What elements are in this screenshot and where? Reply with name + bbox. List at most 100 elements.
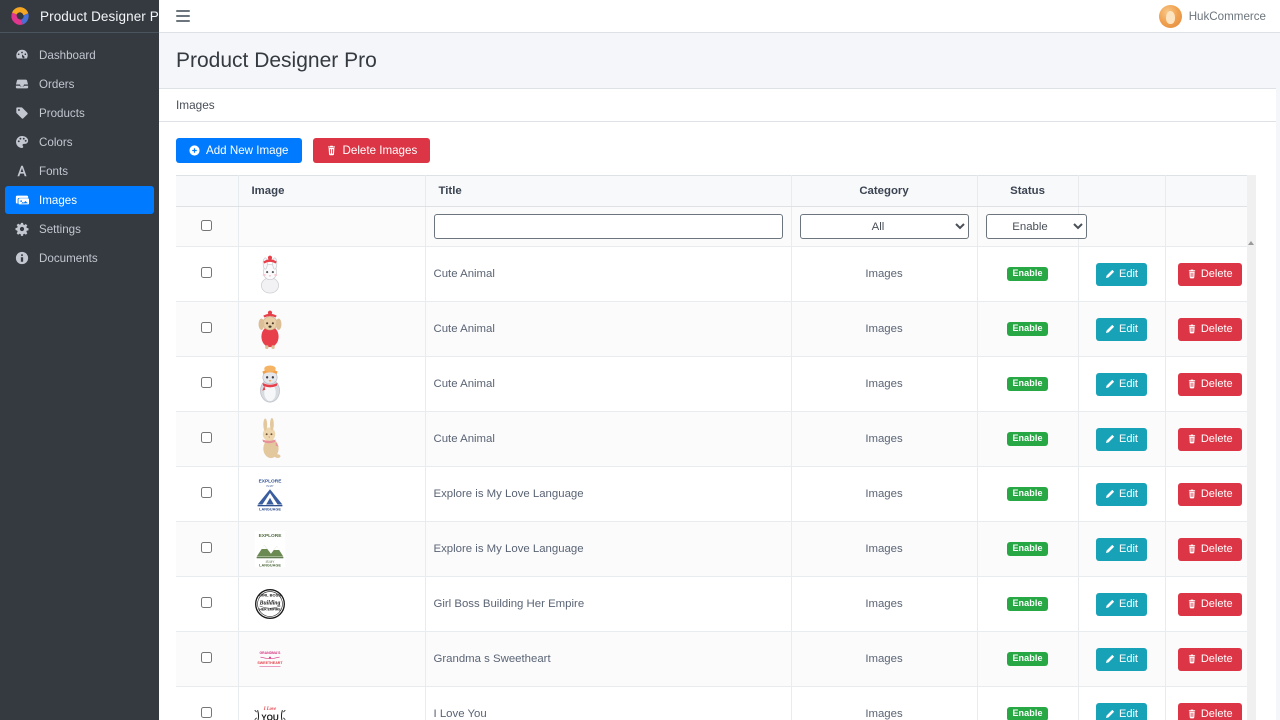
trash-icon	[1187, 489, 1197, 499]
sidebar-item-dashboard[interactable]: Dashboard	[5, 41, 154, 69]
edit-button[interactable]: Edit	[1096, 593, 1147, 616]
pencil-icon	[1105, 269, 1115, 279]
delete-button[interactable]: Delete	[1178, 318, 1242, 341]
hamburger-icon[interactable]	[173, 7, 193, 25]
sidebar-item-products[interactable]: Products	[5, 99, 154, 127]
row-category: Images	[865, 433, 902, 445]
sidebar-item-documents[interactable]: Documents	[5, 244, 154, 272]
delete-button[interactable]: Delete	[1178, 703, 1242, 720]
row-checkbox[interactable]	[201, 487, 212, 498]
edit-button[interactable]: Edit	[1096, 648, 1147, 671]
row-edit-cell: Edit	[1078, 687, 1165, 720]
sidebar-nav: Dashboard Orders Products Colors	[0, 41, 159, 273]
filter-select-all-cell	[176, 207, 238, 247]
row-category-cell: Images	[791, 687, 977, 720]
category-filter-select[interactable]: AllImages	[800, 214, 969, 239]
title-filter-input[interactable]	[434, 214, 783, 239]
edit-button-label: Edit	[1119, 543, 1138, 555]
row-category-cell: Images	[791, 357, 977, 412]
edit-button[interactable]: Edit	[1096, 428, 1147, 451]
table-row: Cute AnimalImagesEnableEditDelete	[176, 412, 1254, 467]
brand-header[interactable]: Product Designer Pro	[0, 0, 159, 33]
table-row: Cute AnimalImagesEnableEditDelete	[176, 357, 1254, 412]
edit-button[interactable]: Edit	[1096, 703, 1147, 720]
edit-button[interactable]: Edit	[1096, 538, 1147, 561]
row-title-cell: I Love You	[425, 687, 791, 720]
row-delete-cell: Delete	[1165, 357, 1254, 412]
status-filter-select[interactable]: EnableDisable	[986, 214, 1087, 239]
column-header-image: Image	[238, 176, 425, 207]
row-select-cell	[176, 247, 238, 302]
table-row: Explore is My Love LanguageImagesEnableE…	[176, 522, 1254, 577]
row-checkbox[interactable]	[201, 267, 212, 278]
row-category: Images	[865, 543, 902, 555]
table-head: Image Title Category Status	[176, 176, 1254, 207]
row-category: Images	[865, 653, 902, 665]
row-checkbox[interactable]	[201, 322, 212, 333]
sidebar-item-orders[interactable]: Orders	[5, 70, 154, 98]
toolbar: Add New Image Delete Images	[159, 122, 1276, 175]
delete-button[interactable]: Delete	[1178, 373, 1242, 396]
pencil-icon	[1105, 544, 1115, 554]
sidebar-item-images[interactable]: Images	[5, 186, 154, 214]
status-badge: Enable	[1007, 542, 1047, 556]
row-select-cell	[176, 632, 238, 687]
row-category-cell: Images	[791, 467, 977, 522]
sidebar-item-settings[interactable]: Settings	[5, 215, 154, 243]
row-title: Explore is My Love Language	[434, 488, 584, 500]
row-delete-cell: Delete	[1165, 302, 1254, 357]
row-checkbox[interactable]	[201, 652, 212, 663]
row-checkbox[interactable]	[201, 542, 212, 553]
row-category: Images	[865, 378, 902, 390]
sidebar-item-colors[interactable]: Colors	[5, 128, 154, 156]
pencil-icon	[1105, 599, 1115, 609]
trash-icon	[1187, 544, 1197, 554]
thumbnail-girlboss-black-circle-icon	[252, 583, 288, 625]
scrollbar-up-arrow-icon[interactable]	[1248, 241, 1254, 245]
edit-button[interactable]: Edit	[1096, 263, 1147, 286]
thumbnail-tan-bunny-scarf-icon	[252, 418, 288, 460]
delete-button[interactable]: Delete	[1178, 263, 1242, 286]
table-vertical-scrollbar[interactable]	[1247, 175, 1256, 720]
row-delete-cell: Delete	[1165, 577, 1254, 632]
topbar: HukCommerce	[159, 0, 1280, 33]
row-select-cell	[176, 467, 238, 522]
row-checkbox[interactable]	[201, 377, 212, 388]
edit-button-label: Edit	[1119, 598, 1138, 610]
row-thumbnail-cell	[238, 247, 425, 302]
user-menu[interactable]: HukCommerce	[1159, 5, 1266, 28]
row-delete-cell: Delete	[1165, 247, 1254, 302]
column-header-edit	[1078, 176, 1165, 207]
delete-button[interactable]: Delete	[1178, 538, 1242, 561]
edit-button[interactable]: Edit	[1096, 318, 1147, 341]
edit-button[interactable]: Edit	[1096, 373, 1147, 396]
filter-image-cell	[238, 207, 425, 247]
select-all-checkbox[interactable]	[201, 220, 212, 231]
trash-icon	[1187, 599, 1197, 609]
row-title: Cute Animal	[434, 433, 495, 445]
delete-button[interactable]: Delete	[1178, 483, 1242, 506]
delete-button[interactable]: Delete	[1178, 428, 1242, 451]
delete-images-button[interactable]: Delete Images	[313, 138, 431, 163]
row-title-cell: Cute Animal	[425, 302, 791, 357]
row-checkbox[interactable]	[201, 597, 212, 608]
trash-icon	[1187, 269, 1197, 279]
page-title: Product Designer Pro	[176, 49, 1263, 73]
thumbnail-explore-blue-tent-icon	[252, 473, 288, 515]
thumbnail-i-love-you-red-icon	[252, 693, 288, 720]
thumbnail-explore-green-mountain-icon	[252, 528, 288, 570]
add-new-image-button[interactable]: Add New Image	[176, 138, 302, 163]
app-root: Product Designer Pro Dashboard Orders Pr	[0, 0, 1280, 720]
table-row: I Love YouImagesEnableEditDelete	[176, 687, 1254, 720]
row-checkbox[interactable]	[201, 707, 212, 718]
delete-button[interactable]: Delete	[1178, 648, 1242, 671]
sidebar-item-fonts[interactable]: Fonts	[5, 157, 154, 185]
thumbnail-grandma-pink-type-icon	[252, 638, 288, 680]
row-thumbnail-cell	[238, 357, 425, 412]
row-checkbox[interactable]	[201, 432, 212, 443]
delete-button[interactable]: Delete	[1178, 593, 1242, 616]
row-title: Cute Animal	[434, 378, 495, 390]
edit-button[interactable]: Edit	[1096, 483, 1147, 506]
delete-button-label: Delete	[1201, 433, 1233, 445]
row-edit-cell: Edit	[1078, 247, 1165, 302]
